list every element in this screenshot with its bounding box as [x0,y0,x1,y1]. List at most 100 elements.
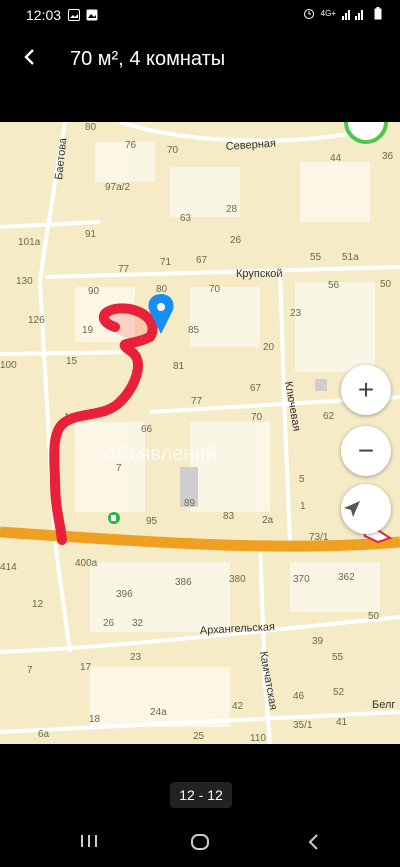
map-label: 42 [232,701,244,712]
system-nav-bar [0,820,400,867]
navigation-arrow-icon [344,501,360,517]
map-label: 17 [80,662,92,673]
map-label: 90 [88,286,100,297]
map-label: 62 [323,411,335,422]
status-bar: 12:03 4G+ [0,0,400,32]
map-label: 20 [263,342,275,353]
map-label: 55 [332,652,344,663]
map-label: 85 [188,325,200,336]
street-label: Крупской [236,268,283,280]
map-label: 100 [0,360,17,371]
plus-icon: + [357,374,375,405]
map-label: 396 [116,589,133,600]
map-label: 80 [85,122,97,133]
map-label: 12 [32,599,44,610]
watermark: объявлений [105,443,217,465]
map-label: 414 [0,562,17,573]
map-label: 32 [132,618,144,629]
signal-icon [342,9,363,20]
map-label: 1 [300,501,306,512]
map-label: 41 [336,717,348,728]
map-label: 370 [293,574,310,585]
map-label: 80 [156,284,168,295]
back-nav-button[interactable] [298,832,328,856]
status-right: 4G+ [303,7,382,20]
map-label: 97а/2 [105,182,130,193]
back-arrow-icon [308,834,318,850]
map-label: 70 [167,145,179,156]
map-label: 81 [173,361,185,372]
map-label: 67 [196,255,208,266]
map-label: 51а [342,252,359,263]
map-label: 89 [184,498,196,509]
status-time: 12:03 [26,7,62,23]
alarm-icon [303,8,314,19]
map-label: 380 [229,574,246,585]
map-label: 70 [251,412,263,423]
map-label: 101а [18,237,41,248]
home-button[interactable] [185,832,215,856]
recent-apps-button[interactable] [74,832,104,856]
zoom-out-button[interactable]: − [341,426,391,476]
map-label: 56 [328,280,340,291]
map-label: 77 [191,396,203,407]
map-label: 110 [250,733,266,744]
page-indicator: 12 - 12 [170,782,232,808]
map-label: 70 [209,284,221,295]
map-label: 15 [66,356,78,367]
recent-apps-icon [81,835,97,847]
photo-icon [68,9,80,21]
map-label: 23 [290,308,302,319]
map-label: 5 [299,474,305,485]
header-bar: 70 м², 4 комнаты [0,32,400,90]
map-label: 400а [75,558,98,569]
map-label: 35/1 [293,720,313,731]
map-label: 362 [338,572,355,583]
zoom-in-button[interactable]: + [341,365,391,415]
map-label: 39 [312,636,324,647]
page-title: 70 м², 4 комнаты [70,48,226,70]
map-label: 28 [226,204,238,215]
gallery-icon [86,9,98,21]
map-label: 36 [382,151,394,162]
map-label: 83 [223,511,235,522]
map-label: 76 [125,140,137,151]
map-label: 44 [330,153,342,164]
map-label: 7 [27,665,33,676]
map-label: 386 [175,577,192,588]
map-label: 77 [118,264,130,275]
minus-icon: − [357,435,375,466]
map-label: 46 [293,691,305,702]
map-label: 50 [380,279,392,290]
my-location-button[interactable] [341,484,391,534]
map-label: 19 [82,325,94,336]
map-label: 52 [333,687,345,698]
map-label: 126 [28,315,45,326]
map-label: 18 [89,714,101,725]
map-label: 63 [180,213,192,224]
map-label: 23 [130,652,142,663]
chevron-left-icon [24,49,34,65]
map-label: 66 [141,424,153,435]
map-label: 71 [160,257,172,268]
map-label: 55 [310,252,322,263]
map-label: 50 [368,611,380,622]
street-label: Белг [372,699,395,711]
map-label: 130 [16,276,33,287]
map-canvas: 80 76 70 44 36 97а/2 63 28 91 101а 26 13… [0,122,400,744]
fuel-station-icon [108,512,120,524]
road-2 [0,350,141,356]
network-type: 4G+ [320,9,336,18]
back-button[interactable] [14,44,46,76]
map-label: 24а [150,707,167,718]
map-label: 6а [38,729,50,740]
home-icon [191,834,209,850]
building [315,379,327,391]
map-image[interactable]: 80 76 70 44 36 97а/2 63 28 91 101а 26 13… [0,122,400,744]
map-label: 26 [230,235,242,246]
map-label: 26 [103,618,115,629]
map-label: 67 [250,383,262,394]
map-label: 73/1 [309,532,329,543]
battery-icon [374,7,382,20]
map-label: 91 [85,229,97,240]
